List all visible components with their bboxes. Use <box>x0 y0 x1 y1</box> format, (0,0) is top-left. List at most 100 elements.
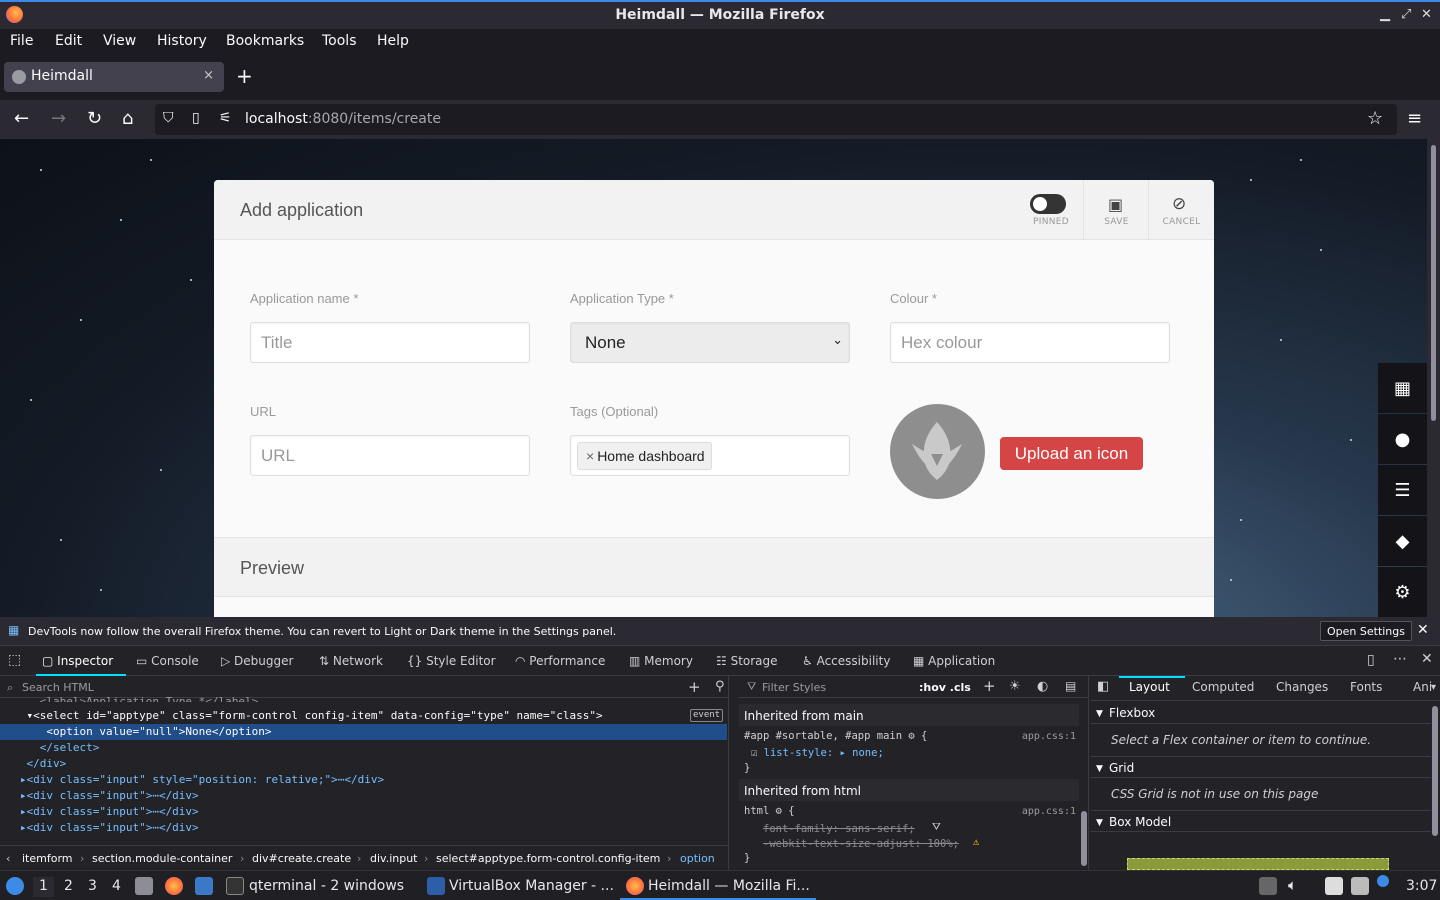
markup-line[interactable]: ▸<div class="input" style="position: rel… <box>0 772 727 788</box>
workspace-2[interactable]: 2 <box>64 878 73 894</box>
tab-storage[interactable]: ☷ Storage <box>716 654 778 668</box>
html-rule-selector[interactable]: html ⚙ { <box>744 805 795 817</box>
workspace-4[interactable]: 4 <box>112 878 121 894</box>
element-picker-icon[interactable]: ⬚ <box>8 652 21 668</box>
tab-inspector[interactable]: ▢ Inspector <box>42 654 113 668</box>
close-notification-icon[interactable]: ✕ <box>1417 622 1429 638</box>
tab-debugger[interactable]: ▷ Debugger <box>221 654 293 668</box>
tracking-protection-icon[interactable]: ⛉ <box>163 110 174 126</box>
app-menu-icon[interactable]: ≡ <box>1407 109 1422 129</box>
toggle-switch-icon[interactable] <box>1030 194 1066 214</box>
search-html-placeholder[interactable]: Search HTML <box>22 681 94 694</box>
tab-layout[interactable]: Layout <box>1129 680 1170 694</box>
breadcrumb-item[interactable]: div.input <box>370 852 418 865</box>
breadcrumb-item-current[interactable]: option <box>680 852 715 865</box>
tab-computed[interactable]: Computed <box>1192 680 1254 694</box>
markup-line-select[interactable]: ▾<select id="apptype" class="form-contro… <box>0 708 727 724</box>
home-icon[interactable]: ⌂ <box>122 109 133 129</box>
filter-styles-bar[interactable]: ⛛ Filter Styles :hov .cls + ☀ ◐ ▤ <box>739 676 1089 698</box>
markup-line[interactable]: </select> <box>0 740 727 756</box>
site-permissions-icon[interactable]: ⚟ <box>219 110 232 126</box>
markup-line[interactable]: ▸<div class="input">⋯</div> <box>0 820 727 836</box>
reload-icon[interactable]: ↻ <box>87 109 102 129</box>
tab-application[interactable]: ▦ Application <box>913 654 995 668</box>
tray-display-icon[interactable] <box>1351 877 1369 895</box>
forward-icon[interactable]: → <box>51 109 66 129</box>
sidebar-toggle-icon[interactable]: ◧ <box>1097 679 1109 694</box>
html-rule-declaration[interactable]: -webkit-text-size-adjust: 100%; <box>763 838 959 850</box>
menu-edit[interactable]: Edit <box>55 33 82 49</box>
application-name-input[interactable] <box>251 323 529 362</box>
tab-accessibility[interactable]: ♿ Accessibility <box>802 654 890 668</box>
tab-changes[interactable]: Changes <box>1276 680 1328 694</box>
layout-scrollbar[interactable] <box>1432 706 1438 836</box>
browser-tab[interactable]: Heimdall × <box>4 62 224 92</box>
event-badge[interactable]: event <box>690 709 724 722</box>
menu-view[interactable]: View <box>103 33 136 49</box>
dark-scheme-icon[interactable]: ◐ <box>1037 679 1048 694</box>
breadcrumb-item[interactable]: select#apptype.form-control.config-item <box>436 852 660 865</box>
minimize-icon[interactable]: ▁ <box>1380 7 1390 22</box>
tag-icon[interactable]: ◆ <box>1378 516 1427 566</box>
menu-bookmarks[interactable]: Bookmarks <box>226 33 304 49</box>
html-rule-declaration[interactable]: font-family: sans-serif; <box>763 823 915 835</box>
application-name-field[interactable] <box>250 322 530 363</box>
tags-field[interactable]: × Home dashboard <box>570 435 850 476</box>
tab-console[interactable]: ▭ Console <box>136 654 199 668</box>
volume-icon[interactable]: 🔈︎ <box>1288 876 1297 894</box>
bookmark-star-icon[interactable]: ☆ <box>1367 109 1383 129</box>
scrollbar-thumb[interactable] <box>1431 145 1436 421</box>
list-icon[interactable]: ☰ <box>1378 465 1427 515</box>
tray-clipboard-icon[interactable] <box>1325 877 1343 895</box>
tab-animations[interactable]: Ani <box>1413 680 1432 694</box>
tray-drive-icon[interactable] <box>1259 877 1277 895</box>
desktop-icon[interactable] <box>195 877 213 895</box>
close-window-icon[interactable]: ✕ <box>1421 7 1432 22</box>
markup-line[interactable]: </div> <box>0 756 727 772</box>
box-model-section-header[interactable]: ▼ Box Model <box>1091 810 1431 832</box>
markup-line[interactable]: ▸<div class="input">⋯</div> <box>0 804 727 820</box>
filter-icon[interactable]: ⛛ <box>932 821 941 834</box>
start-menu-icon[interactable] <box>6 877 24 895</box>
tab-memory[interactable]: ▥ Memory <box>629 654 693 668</box>
markup-line[interactable]: ▸<div class="input">⋯</div> <box>0 788 727 804</box>
menu-history[interactable]: History <box>157 33 207 49</box>
upload-icon-button[interactable]: Upload an icon <box>1000 437 1143 470</box>
menu-help[interactable]: Help <box>377 33 409 49</box>
tab-fonts[interactable]: Fonts <box>1350 680 1382 694</box>
page-scrollbar[interactable] <box>1427 139 1440 617</box>
tab-style-editor[interactable]: {} Style Editor <box>407 654 496 668</box>
light-scheme-icon[interactable]: ☀ <box>1009 679 1021 694</box>
tab-close-icon[interactable]: × <box>203 68 214 83</box>
main-rule-selector[interactable]: #app #sortable, #app main ⚙ { <box>744 730 927 742</box>
breadcrumb-item[interactable]: section.module-container <box>92 852 232 865</box>
close-devtools-icon[interactable]: ✕ <box>1421 651 1433 667</box>
workspace-1[interactable]: 1 <box>33 877 54 897</box>
tabs-overflow-icon[interactable]: ▾ <box>1431 682 1436 693</box>
page-icon[interactable]: ▯ <box>192 110 200 126</box>
restore-icon[interactable]: ⤢ <box>1401 7 1411 22</box>
colour-input[interactable] <box>891 323 1169 362</box>
application-type-select[interactable]: None ⌄ <box>570 322 850 363</box>
save-button[interactable]: ▣ SAVE <box>1083 180 1149 240</box>
menu-file[interactable]: File <box>10 33 33 49</box>
cancel-button[interactable]: ⊘ CANCEL <box>1148 180 1214 240</box>
taskbar-item-firefox[interactable]: Heimdall — Mozilla Fi... <box>648 878 810 894</box>
colour-field[interactable] <box>890 322 1170 363</box>
pinned-toggle[interactable]: PINNED <box>1018 180 1084 240</box>
tag-remove-icon[interactable]: × <box>586 448 594 464</box>
terminal-icon[interactable] <box>226 877 244 895</box>
url-input[interactable] <box>251 436 529 475</box>
tab-performance[interactable]: ◠ Performance <box>515 654 605 668</box>
breadcrumb-item[interactable]: itemform <box>22 852 73 865</box>
open-settings-button[interactable]: Open Settings <box>1320 621 1412 641</box>
taskbar-item-virtualbox[interactable]: VirtualBox Manager - ... <box>449 878 614 894</box>
settings-icon[interactable]: ⚙ <box>1378 567 1427 617</box>
url-bar[interactable]: ⛉ ▯ ⚟ localhost:8080/items/create <box>155 104 1397 135</box>
url-text[interactable]: localhost:8080/items/create <box>245 111 441 127</box>
warning-icon[interactable]: ⚠ <box>973 836 979 848</box>
tab-network[interactable]: ⇅ Network <box>319 654 383 668</box>
print-media-icon[interactable]: ▤ <box>1065 679 1076 693</box>
main-rule-source[interactable]: app.css:1 <box>1022 731 1076 742</box>
grid-section-header[interactable]: ▼ Grid <box>1091 756 1431 778</box>
